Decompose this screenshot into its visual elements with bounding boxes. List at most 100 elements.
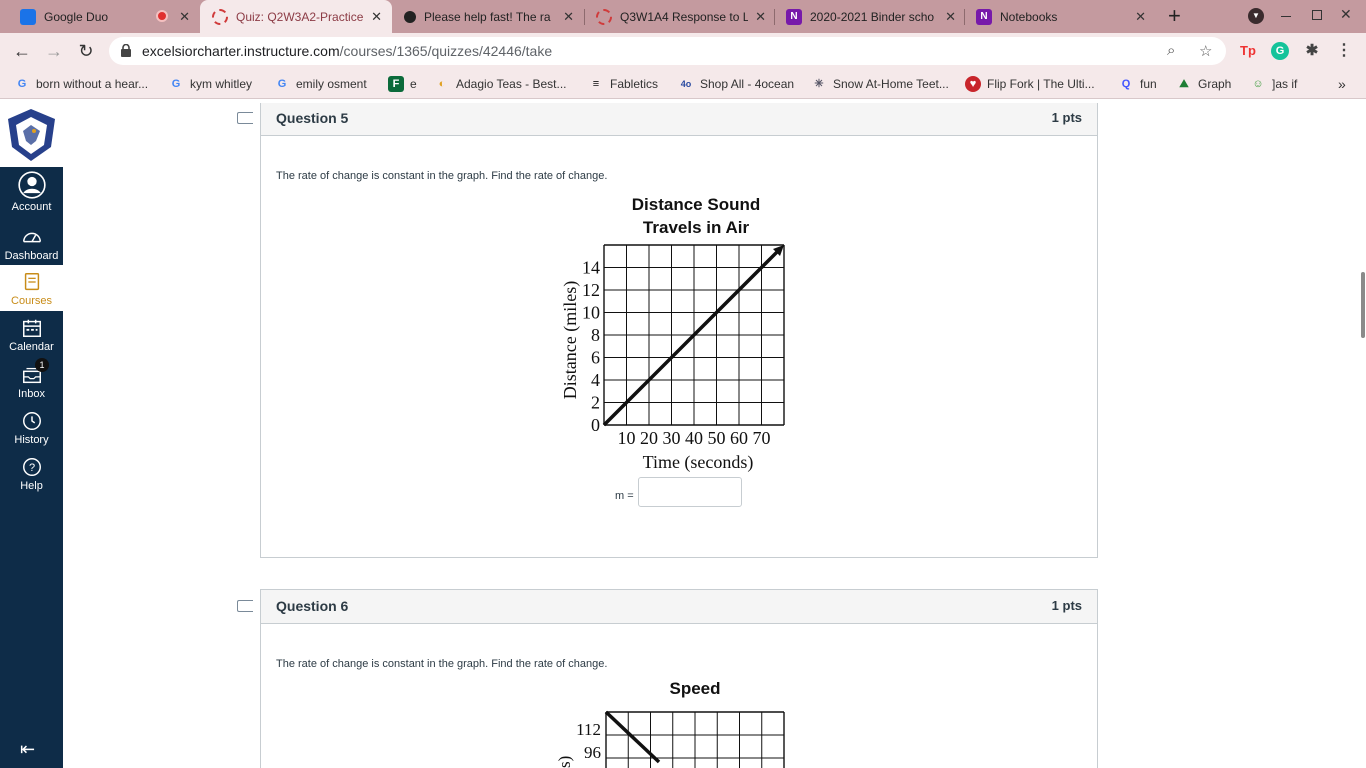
chart-y-tick: 10 xyxy=(582,303,600,323)
chart-y-tick: 12 xyxy=(582,280,600,300)
chart-x-tick: 30 xyxy=(663,428,681,448)
nav-account[interactable]: Account xyxy=(0,167,63,213)
help-icon: ? xyxy=(22,458,41,476)
nav-label: History xyxy=(14,434,49,446)
url-host: excelsiorcharter.instructure.com xyxy=(142,43,340,59)
tab-search-icon[interactable]: ▼ xyxy=(1248,8,1264,24)
onenote-icon: N xyxy=(976,8,992,25)
tab-title: Notebooks xyxy=(1000,9,1058,24)
nav-courses[interactable]: Courses xyxy=(0,265,63,311)
nav-calendar[interactable]: Calendar xyxy=(0,311,63,357)
bookmark-item[interactable]: ☺]as if xyxy=(1250,75,1297,93)
tab-quiz[interactable]: Quiz: Q2W3A2-Practice ✕ xyxy=(200,0,392,33)
graph-icon: ⛰ xyxy=(1179,78,1189,90)
school-logo[interactable] xyxy=(0,103,63,167)
forms-icon: F xyxy=(388,76,404,92)
bookmark-item[interactable]: Fe xyxy=(388,75,417,93)
more-bookmarks-button[interactable]: » xyxy=(1338,75,1346,93)
quizlet-icon: Q xyxy=(1121,78,1131,90)
person-icon: ☺ xyxy=(1252,78,1264,90)
bookmark-label: Flip Fork | The Ulti... xyxy=(987,77,1095,91)
bookmark-item[interactable]: 4o Shop All - 4ocean xyxy=(678,75,794,93)
account-icon xyxy=(17,171,46,199)
bookmark-item[interactable]: ♥ Flip Fork | The Ulti... xyxy=(965,75,1095,93)
restore-icon[interactable] xyxy=(1312,10,1322,20)
close-icon[interactable]: ✕ xyxy=(1135,9,1146,25)
bookmark-item[interactable]: Qfun xyxy=(1118,75,1157,93)
grammarly-icon[interactable]: G xyxy=(1271,42,1289,60)
chart-grid xyxy=(605,711,785,768)
forward-icon[interactable]: → xyxy=(42,39,66,63)
close-icon[interactable]: ✕ xyxy=(755,9,766,25)
tab-notebooks[interactable]: N Notebooks ✕ xyxy=(964,0,1156,33)
google-icon: G xyxy=(171,78,181,90)
google-icon: G xyxy=(17,78,27,90)
chart-y-tick: 112 xyxy=(576,720,601,739)
google-icon: G xyxy=(277,78,287,90)
flipfork-icon: ♥ xyxy=(965,76,981,92)
svg-text:?: ? xyxy=(28,462,34,474)
close-icon[interactable]: ✕ xyxy=(371,9,382,25)
chart-series-line xyxy=(604,710,661,764)
nav-inbox[interactable]: 1 Inbox xyxy=(0,358,63,404)
close-icon[interactable]: ✕ xyxy=(563,9,574,25)
bookmark-item[interactable]: ⛰ Graph xyxy=(1176,75,1231,93)
nav-label: Inbox xyxy=(18,388,45,400)
unread-badge: 1 xyxy=(35,358,49,372)
tab-response[interactable]: Q3W1A4 Response to L ✕ xyxy=(584,0,776,33)
bookmarks-bar: Gborn without a hear... Gkym whitley Gem… xyxy=(0,69,1366,99)
onenote-icon: N xyxy=(786,8,802,25)
bookmark-item[interactable]: Gemily osment xyxy=(274,75,367,93)
tab-binder[interactable]: N 2020-2021 Binder scho ✕ xyxy=(774,0,966,33)
question-card: Question 5 1 pts The rate of change is c… xyxy=(260,103,1098,558)
close-window-icon[interactable]: ✕ xyxy=(1340,6,1352,23)
back-icon[interactable]: ← xyxy=(10,39,34,63)
bookmark-label: emily osment xyxy=(296,77,367,91)
close-icon[interactable]: ✕ xyxy=(179,9,190,25)
bookmark-item[interactable]: ≡ Fabletics xyxy=(588,75,658,93)
question-title: Question 6 xyxy=(276,598,349,614)
collapse-nav-icon[interactable]: ⇤ xyxy=(20,739,35,760)
tab-google-duo[interactable]: Google Duo ✕ xyxy=(8,0,200,33)
nav-history[interactable]: History xyxy=(0,404,63,450)
chart-x-tick: 70 xyxy=(753,428,771,448)
nav-label: Help xyxy=(20,480,43,492)
duo-icon xyxy=(20,8,36,25)
flag-question-icon[interactable] xyxy=(237,112,253,124)
tab-please-help[interactable]: Please help fast! The ra ✕ xyxy=(392,0,584,33)
answer-label: m = xyxy=(615,490,634,502)
new-tab-button[interactable]: + xyxy=(1168,3,1181,29)
url-text: excelsiorcharter.instructure.com/courses… xyxy=(142,43,552,59)
close-icon[interactable]: ✕ xyxy=(945,9,956,25)
recording-icon xyxy=(156,10,168,22)
flag-question-icon[interactable] xyxy=(237,600,253,612)
chart-series-line xyxy=(602,247,782,427)
ocean-icon: 4o xyxy=(680,79,692,89)
address-bar[interactable]: excelsiorcharter.instructure.com/courses… xyxy=(109,37,1226,65)
star-icon[interactable]: ☆ xyxy=(1199,42,1212,60)
chart-y-tick: 0 xyxy=(591,415,600,435)
nav-dashboard[interactable]: Dashboard xyxy=(0,220,63,266)
bookmark-label: Snow At-Home Teet... xyxy=(833,77,949,91)
page-scrollbar[interactable] xyxy=(1361,272,1365,338)
chart-y-tick: 2 xyxy=(591,393,600,413)
bookmark-item[interactable]: ✳ Snow At-Home Teet... xyxy=(811,75,949,93)
reload-icon[interactable]: ↻ xyxy=(74,39,98,63)
lock-icon xyxy=(121,44,131,57)
bookmark-label: Fabletics xyxy=(610,77,659,91)
zoom-icon[interactable]: ⌕ xyxy=(1167,42,1175,59)
chart-title-line-2: Travels in Air xyxy=(643,218,750,237)
bookmark-item[interactable]: Gkym whitley xyxy=(168,75,252,93)
chart-y-tick: 96 xyxy=(584,743,601,762)
answer-input[interactable] xyxy=(638,477,742,507)
bookmark-item[interactable]: ◐ Adagio Teas - Best... xyxy=(434,75,567,93)
bookmark-item[interactable]: Gborn without a hear... xyxy=(14,75,148,93)
nav-label: Dashboard xyxy=(4,250,59,262)
minimize-icon[interactable] xyxy=(1281,16,1291,17)
fabletics-icon: ≡ xyxy=(592,78,600,90)
nav-help[interactable]: ? Help xyxy=(0,450,63,496)
tab-title: 2020-2021 Binder scho xyxy=(810,9,935,24)
menu-icon[interactable]: ⋮ xyxy=(1335,42,1353,60)
extensions-icon[interactable]: ✱ xyxy=(1303,42,1321,60)
tp-extension-icon[interactable]: Tp xyxy=(1239,42,1257,60)
